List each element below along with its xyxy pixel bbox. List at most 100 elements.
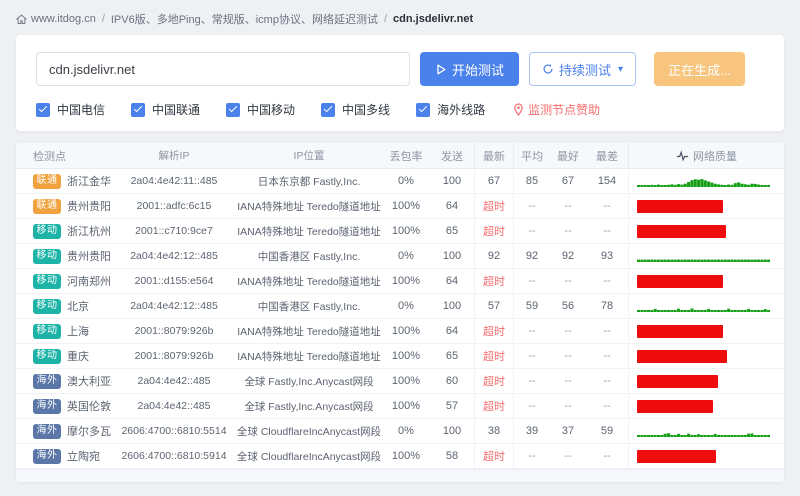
line-filters: 中国电信 中国联通 中国移动 中国多线 海外线路 监测节点赞助 xyxy=(36,101,764,118)
pulse-icon xyxy=(676,149,689,162)
location-cell: 全球 Fastly,Inc.Anycast网段 xyxy=(244,400,374,413)
best-cell: -- xyxy=(564,375,572,387)
checkbox-china-telecom[interactable]: 中国电信 xyxy=(36,101,105,118)
header-loss: 丢包率 xyxy=(389,150,423,163)
node-name: 立陶宛 xyxy=(67,451,100,463)
location-cell: 中国香港区 Fastly,Inc. xyxy=(257,250,361,263)
isp-badge: 海外 xyxy=(33,398,61,414)
breadcrumb: www.itdog.cn / IPV6版、多地Ping、常规版、icmp协议、网… xyxy=(16,8,784,30)
node-name: 贵州贵阳 xyxy=(67,251,111,263)
continuous-test-button[interactable]: 持续测试 ▾ xyxy=(529,52,637,86)
checkbox-checked-icon xyxy=(36,102,50,117)
quality-cell xyxy=(628,419,784,443)
checkbox-china-multiline[interactable]: 中国多线 xyxy=(321,101,390,118)
node-name: 贵州贵阳 xyxy=(67,201,111,213)
worst-cell: -- xyxy=(603,375,611,387)
avg-cell: -- xyxy=(528,350,536,362)
loss-cell: 100% xyxy=(391,350,421,362)
loss-cell: 100% xyxy=(391,275,421,287)
quality-cell xyxy=(628,194,784,218)
checkbox-overseas[interactable]: 海外线路 xyxy=(416,101,485,118)
header-location: IP位置 xyxy=(293,150,325,162)
play-icon xyxy=(437,64,446,74)
ip-cell: 2a04:4e42:12::485 xyxy=(130,250,218,262)
checkbox-china-unicom[interactable]: 中国联通 xyxy=(131,101,200,118)
checkbox-china-mobile[interactable]: 中国移动 xyxy=(226,101,295,118)
quality-bar-red xyxy=(637,349,728,363)
latest-cell: 超时 xyxy=(474,369,514,393)
refresh-icon xyxy=(543,64,553,74)
ip-cell: 2a04:4e42::485 xyxy=(137,400,211,412)
quality-sparkline xyxy=(637,179,771,187)
node-cell: 移动 浙江杭州 xyxy=(16,219,112,243)
breadcrumb-home-link[interactable]: www.itdog.cn xyxy=(16,13,96,25)
isp-badge: 移动 xyxy=(33,323,61,339)
table-row: 联通 浙江金华 2a04:4e42:11::485 日本东京都 Fastly,I… xyxy=(16,169,784,194)
worst-cell: -- xyxy=(603,225,611,237)
table-row: 移动 北京 2a04:4e42:12::485 中国香港区 Fastly,Inc… xyxy=(16,294,784,319)
sponsor-nodes-link[interactable]: 监测节点赞助 xyxy=(513,101,600,118)
isp-badge: 海外 xyxy=(33,373,61,389)
best-cell: -- xyxy=(564,450,572,462)
loss-cell: 100% xyxy=(391,225,421,237)
table-footer xyxy=(16,469,784,482)
location-cell: 中国香港区 Fastly,Inc. xyxy=(257,300,361,313)
node-name: 澳大利亚悉尼 xyxy=(67,376,112,388)
latest-cell: 超时 xyxy=(474,194,514,218)
location-cell: 全球 CloudflareIncAnycast网段 xyxy=(236,450,382,463)
worst-cell: -- xyxy=(603,275,611,287)
location-cell: 日本东京都 Fastly,Inc. xyxy=(257,175,361,188)
avg-cell: -- xyxy=(528,325,536,337)
map-pin-icon xyxy=(514,103,523,116)
location-cell: 全球 CloudflareIncAnycast网段 xyxy=(236,425,382,438)
latest-cell: 38 xyxy=(474,419,514,443)
sent-cell: 100 xyxy=(442,175,462,187)
header-avg: 平均 xyxy=(521,150,543,163)
table-row: 海外 澳大利亚悉尼 2a04:4e42::485 全球 Fastly,Inc.A… xyxy=(16,369,784,394)
node-name: 北京 xyxy=(67,301,89,313)
node-cell: 移动 上海 xyxy=(16,319,112,343)
table-row: 海外 立陶宛 2606:4700::6810:5914 全球 Cloudflar… xyxy=(16,444,784,469)
best-cell: -- xyxy=(564,350,572,362)
isp-badge: 移动 xyxy=(33,298,61,314)
breadcrumb-category-label: IPV6版、多地Ping、常规版、icmp协议、网络延迟测试 xyxy=(110,14,378,26)
location-cell: IANA特殊地址 Teredo隧道地址 xyxy=(237,200,381,213)
worst-cell: -- xyxy=(603,325,611,337)
node-cell: 海外 英国伦敦 xyxy=(16,394,112,418)
node-name: 河南郑州 xyxy=(67,276,111,288)
table-row: 移动 贵州贵阳 2a04:4e42:12::485 中国香港区 Fastly,I… xyxy=(16,244,784,269)
host-input[interactable] xyxy=(36,52,410,86)
worst-cell: 154 xyxy=(597,175,617,187)
table-row: 移动 河南郑州 2001::d155:e564 IANA特殊地址 Teredo隧… xyxy=(16,269,784,294)
avg-cell: -- xyxy=(528,225,536,237)
worst-cell: 59 xyxy=(600,425,614,437)
worst-cell: 78 xyxy=(600,300,614,312)
sent-cell: 57 xyxy=(445,400,459,412)
node-name: 重庆 xyxy=(67,351,89,363)
ip-cell: 2a04:4e42:12::485 xyxy=(130,300,218,312)
start-test-button[interactable]: 开始测试 xyxy=(420,52,520,86)
loss-cell: 100% xyxy=(391,325,421,337)
breadcrumb-category-link[interactable]: IPV6版、多地Ping、常规版、icmp协议、网络延迟测试 xyxy=(111,11,378,27)
breadcrumb-current: cdn.jsdelivr.net xyxy=(393,13,474,25)
sent-cell: 58 xyxy=(445,450,459,462)
test-input-row: 开始测试 持续测试 ▾ 正在生成... xyxy=(36,52,764,86)
generating-button[interactable]: 正在生成... xyxy=(654,52,745,86)
avg-cell: -- xyxy=(528,450,536,462)
avg-cell: -- xyxy=(528,275,536,287)
header-ip: 解析IP xyxy=(158,150,190,162)
latest-cell: 92 xyxy=(474,244,514,268)
ip-cell: 2001::c710:9ce7 xyxy=(135,225,213,237)
sent-cell: 100 xyxy=(442,300,462,312)
ip-cell: 2606:4700::6810:5914 xyxy=(121,450,227,462)
header-latest: 最新 xyxy=(474,143,514,168)
table-header: 检测点 解析IP IP位置 丢包率 发送 最新 平均 最好 最差 网络质量 xyxy=(16,143,784,169)
quality-bar-red xyxy=(637,324,724,338)
avg-cell: -- xyxy=(528,200,536,212)
worst-cell: -- xyxy=(603,450,611,462)
isp-badge: 移动 xyxy=(33,273,61,289)
quality-bar-red xyxy=(637,224,726,238)
sponsor-nodes-label: 监测节点赞助 xyxy=(528,103,601,117)
table-row: 移动 重庆 2001::8079:926b IANA特殊地址 Teredo隧道地… xyxy=(16,344,784,369)
table-row: 移动 上海 2001::8079:926b IANA特殊地址 Teredo隧道地… xyxy=(16,319,784,344)
